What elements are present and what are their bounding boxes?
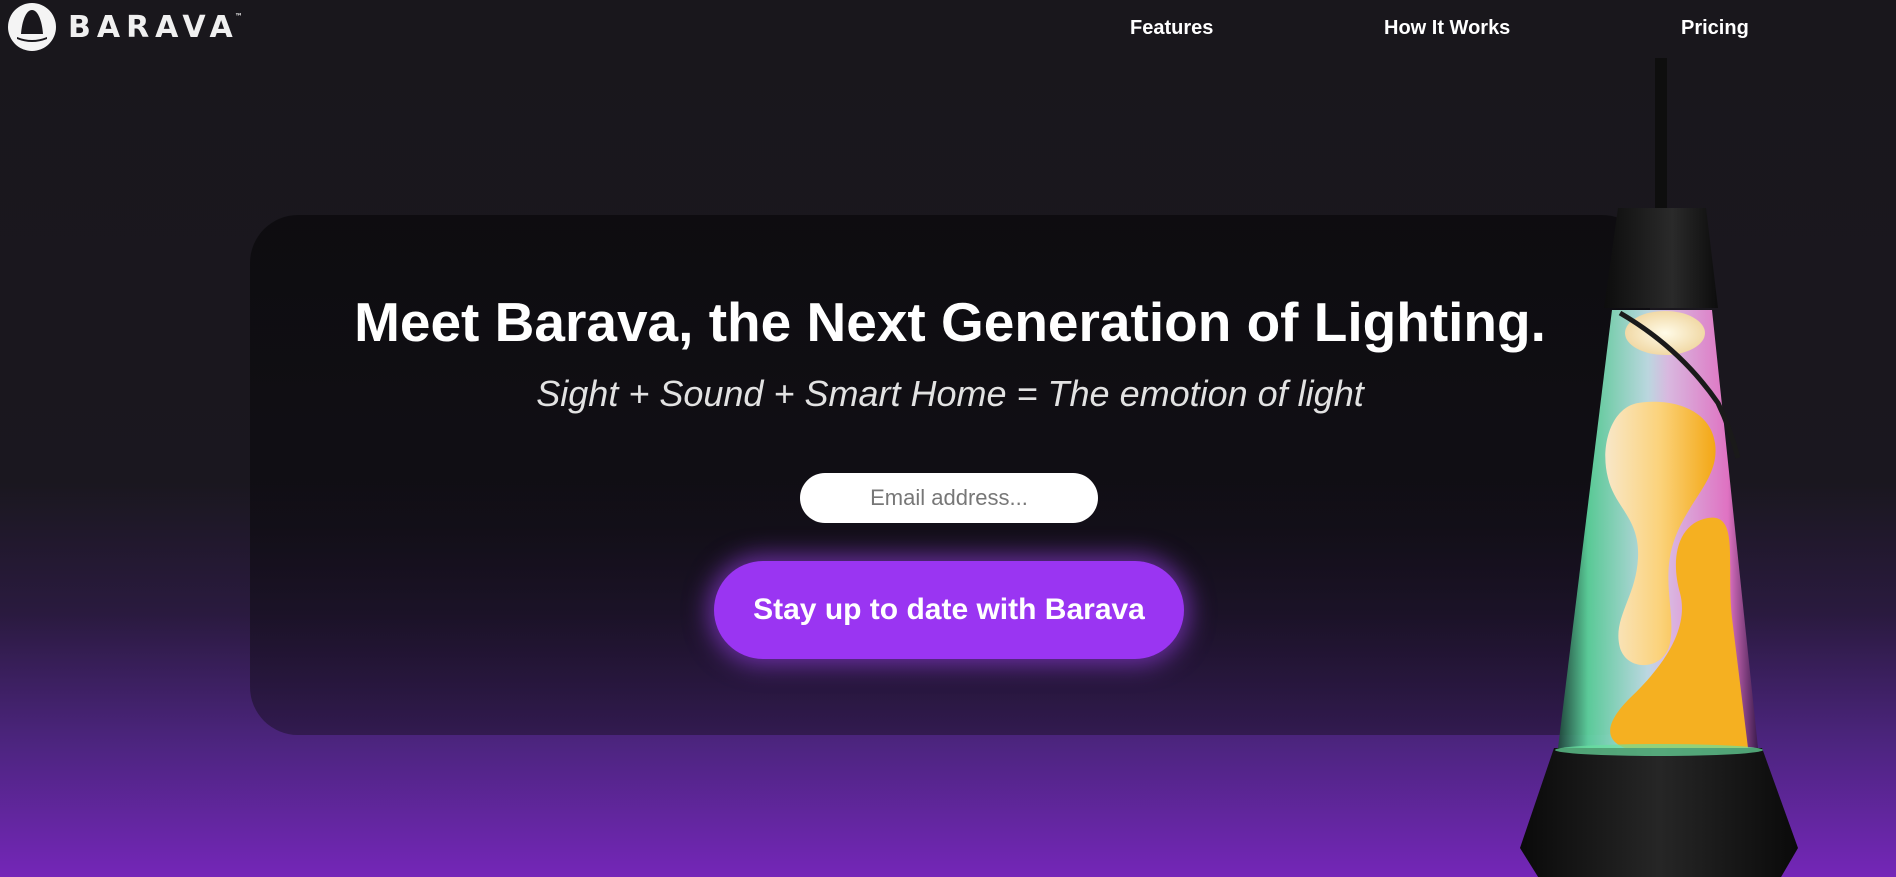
lava-lamp-image bbox=[1520, 58, 1798, 877]
hero-subtitle: Sight + Sound + Smart Home = The emotion… bbox=[536, 373, 1364, 414]
main-nav: Features How It Works Pricing bbox=[0, 17, 1896, 41]
email-input[interactable] bbox=[800, 473, 1098, 523]
nav-link-pricing[interactable]: Pricing bbox=[1681, 17, 1749, 40]
nav-link-features[interactable]: Features bbox=[1130, 17, 1213, 40]
nav-link-how-it-works[interactable]: How It Works bbox=[1384, 17, 1510, 40]
subscribe-button[interactable]: Stay up to date with Barava bbox=[714, 561, 1184, 659]
hero-title: Meet Barava, the Next Generation of Ligh… bbox=[354, 291, 1546, 353]
